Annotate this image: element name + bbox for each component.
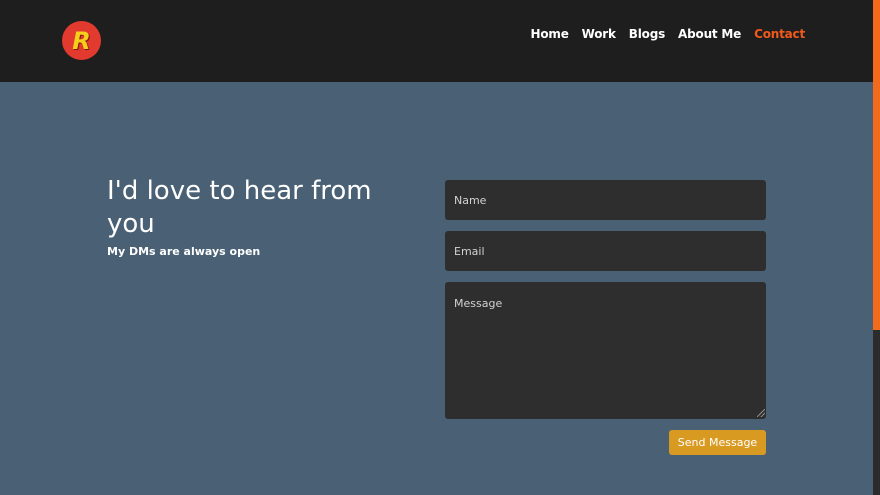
name-field[interactable]: [445, 180, 766, 220]
nav-work[interactable]: Work: [582, 27, 616, 41]
nav-about-me[interactable]: About Me: [678, 27, 741, 41]
site-header: R Home Work Blogs About Me Contact: [0, 0, 873, 82]
email-field[interactable]: [445, 231, 766, 271]
resize-grip-icon[interactable]: [757, 409, 765, 417]
contact-intro: I'd love to hear from you My DMs are alw…: [107, 175, 417, 258]
main-nav: Home Work Blogs About Me Contact: [531, 27, 806, 41]
send-message-button[interactable]: Send Message: [669, 430, 766, 455]
logo-letter: R: [72, 26, 91, 55]
message-field[interactable]: [445, 282, 766, 419]
nav-blogs[interactable]: Blogs: [629, 27, 665, 41]
logo[interactable]: R: [62, 21, 101, 60]
nav-home[interactable]: Home: [531, 27, 569, 41]
scrollbar-thumb[interactable]: [873, 0, 880, 330]
nav-contact[interactable]: Contact: [754, 27, 805, 41]
page-scrollbar[interactable]: [873, 0, 880, 495]
page-title: I'd love to hear from you: [107, 176, 372, 239]
page-subtitle: My DMs are always open: [107, 245, 261, 258]
